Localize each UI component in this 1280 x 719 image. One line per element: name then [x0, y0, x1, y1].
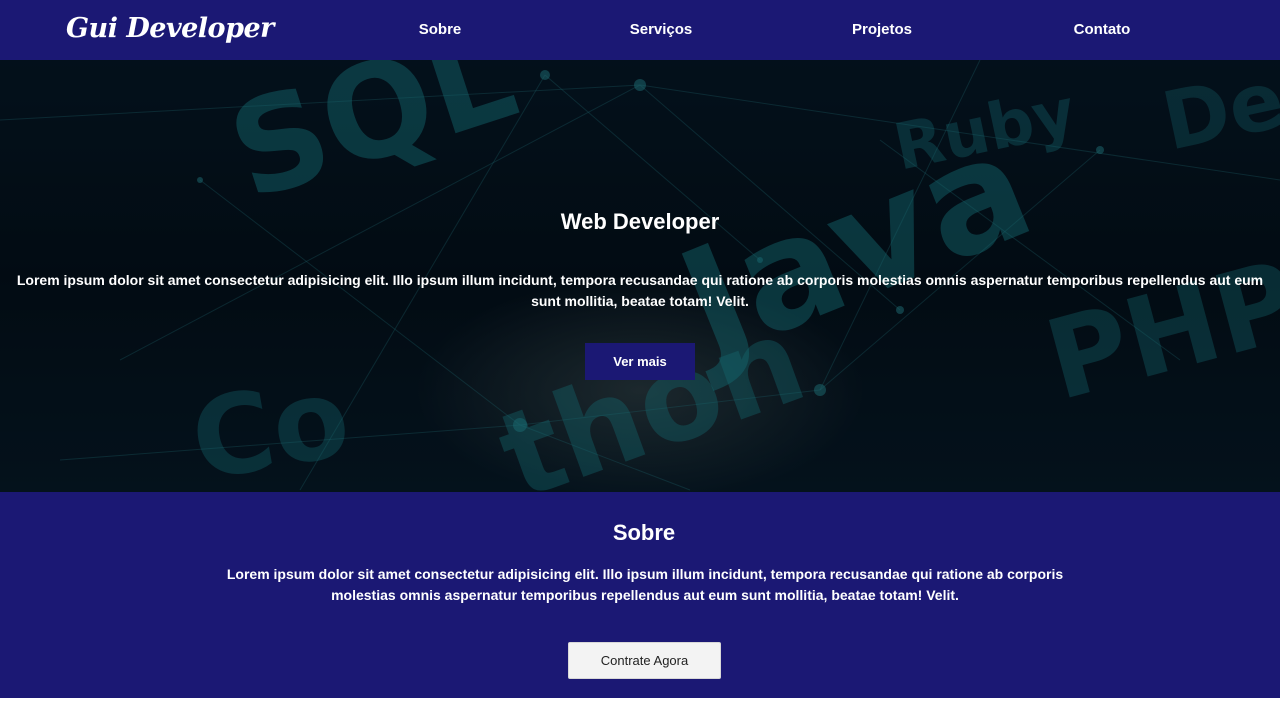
hero-section: SQL Ruby Java PHP Co thon De Web Develop…: [0, 60, 1280, 492]
nav-link-projetos[interactable]: Projetos: [852, 20, 912, 40]
nav-link-servicos[interactable]: Serviços: [630, 20, 693, 40]
top-navbar: Gui Developer Sobre Serviços Projetos Co…: [0, 0, 1280, 60]
contrate-agora-button[interactable]: Contrate Agora: [568, 642, 721, 679]
ver-mais-button[interactable]: Ver mais: [585, 343, 695, 380]
about-section: Sobre Lorem ipsum dolor sit amet consect…: [0, 492, 1280, 698]
hero-description: Lorem ipsum dolor sit amet consectetur a…: [16, 272, 1264, 309]
site-logo[interactable]: Gui Developer: [66, 12, 274, 46]
about-description: Lorem ipsum dolor sit amet consectetur a…: [226, 566, 1064, 603]
nav-link-contato[interactable]: Contato: [1074, 20, 1131, 40]
hero-title: Web Developer: [560, 209, 720, 234]
about-title: Sobre: [612, 520, 676, 545]
nav-link-sobre[interactable]: Sobre: [419, 20, 462, 40]
